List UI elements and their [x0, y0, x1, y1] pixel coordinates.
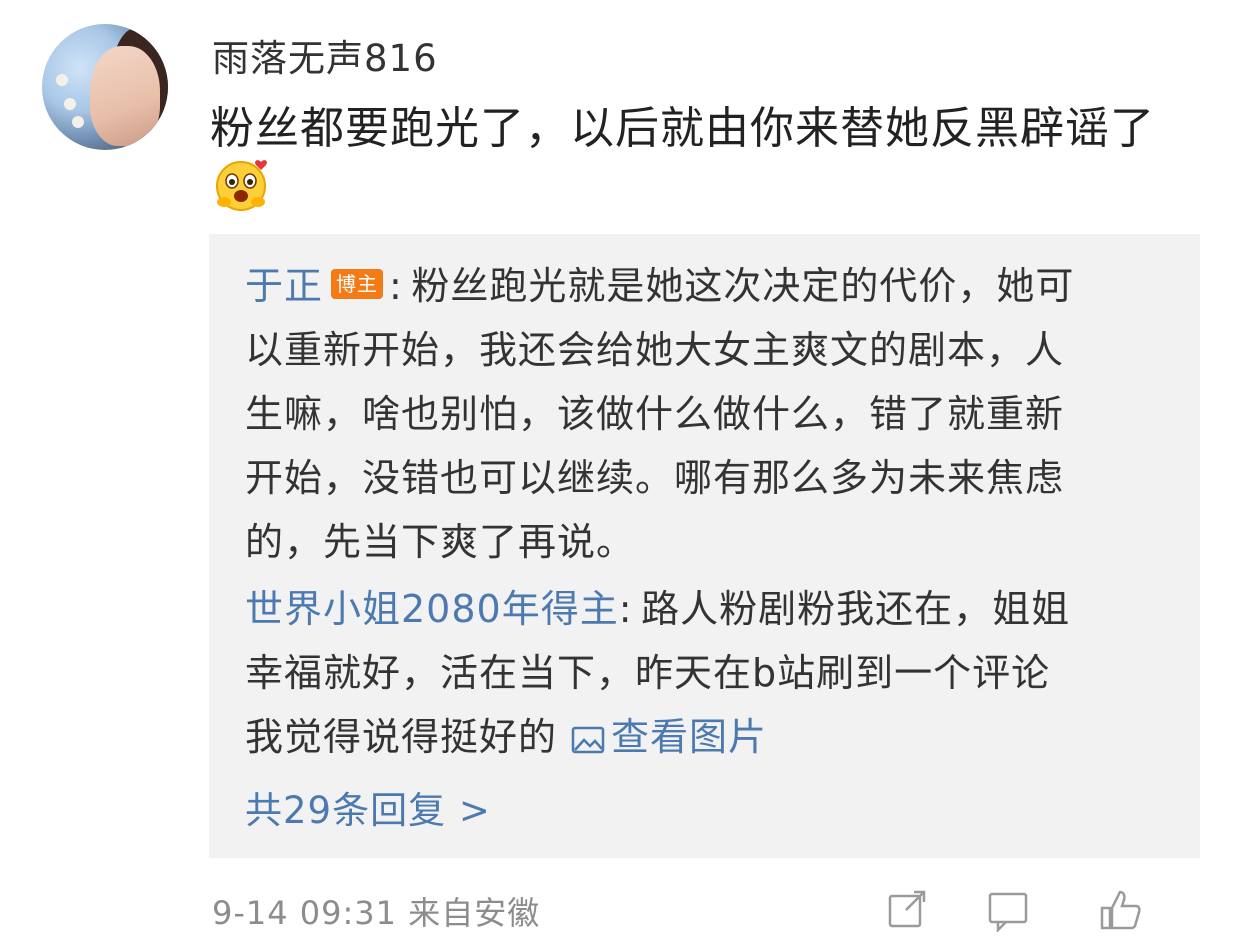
like-icon[interactable]: [1098, 888, 1142, 932]
comment-timestamp: 9-14 09:31: [212, 894, 398, 932]
blogger-badge: 博主: [331, 269, 384, 299]
avatar-face: [90, 46, 160, 146]
reply-2-line-1: 世界小姐2080年得主: 路人粉剧粉我还在，姐姐: [245, 587, 1071, 631]
view-all-replies-link[interactable]: 共29条回复 >: [245, 780, 491, 834]
reply-1-line-3: 生嘛，啥也别怕，该做什么做什么，错了就重新: [245, 392, 1065, 436]
reply-author-link[interactable]: 于正: [245, 264, 323, 308]
view-image-link[interactable]: 查看图片: [611, 715, 767, 759]
avatar-flower: [72, 116, 84, 128]
comment-meta: 9-14 09:31 来自安徽: [212, 888, 540, 934]
reply-text: 路人粉剧粉我还在，姐姐: [641, 587, 1071, 631]
reply-2-line-2: 幸福就好，活在当下，昨天在b站刷到一个评论: [245, 651, 1051, 695]
reply-author-link[interactable]: 世界小姐2080年得主: [245, 587, 619, 631]
reply-text: 我觉得说得挺好的: [245, 715, 558, 759]
reply-1-line-2: 以重新开始，我还会给她大女主爽文的剧本，人: [245, 328, 1065, 372]
reply-1-line-5: 的，先当下爽了再说。: [245, 520, 636, 564]
comment-text: 粉丝都要跑光了，以后就由你来替她反黑辟谣了: [210, 103, 1155, 154]
reply-text: 粉丝跑光就是她这次决定的代价，她可: [411, 264, 1075, 308]
comment-icon[interactable]: [986, 888, 1030, 932]
avatar-flower: [64, 98, 76, 110]
share-icon[interactable]: [886, 888, 930, 932]
love-face-emoji-icon: [216, 160, 267, 211]
avatar-flower: [56, 74, 68, 86]
comment-username[interactable]: 雨落无声816: [212, 28, 438, 82]
comment-location: 来自安徽: [408, 894, 541, 932]
reply-2-line-3: 我觉得说得挺好的 查看图片: [245, 705, 767, 769]
reply-1-line-1: 于正 博主: 粉丝跑光就是她这次决定的代价，她可: [245, 264, 1075, 308]
user-avatar[interactable]: [42, 24, 168, 150]
image-icon[interactable]: [571, 726, 605, 754]
reply-1-line-4: 开始，没错也可以继续。哪有那么多为未来焦虑: [245, 456, 1065, 500]
